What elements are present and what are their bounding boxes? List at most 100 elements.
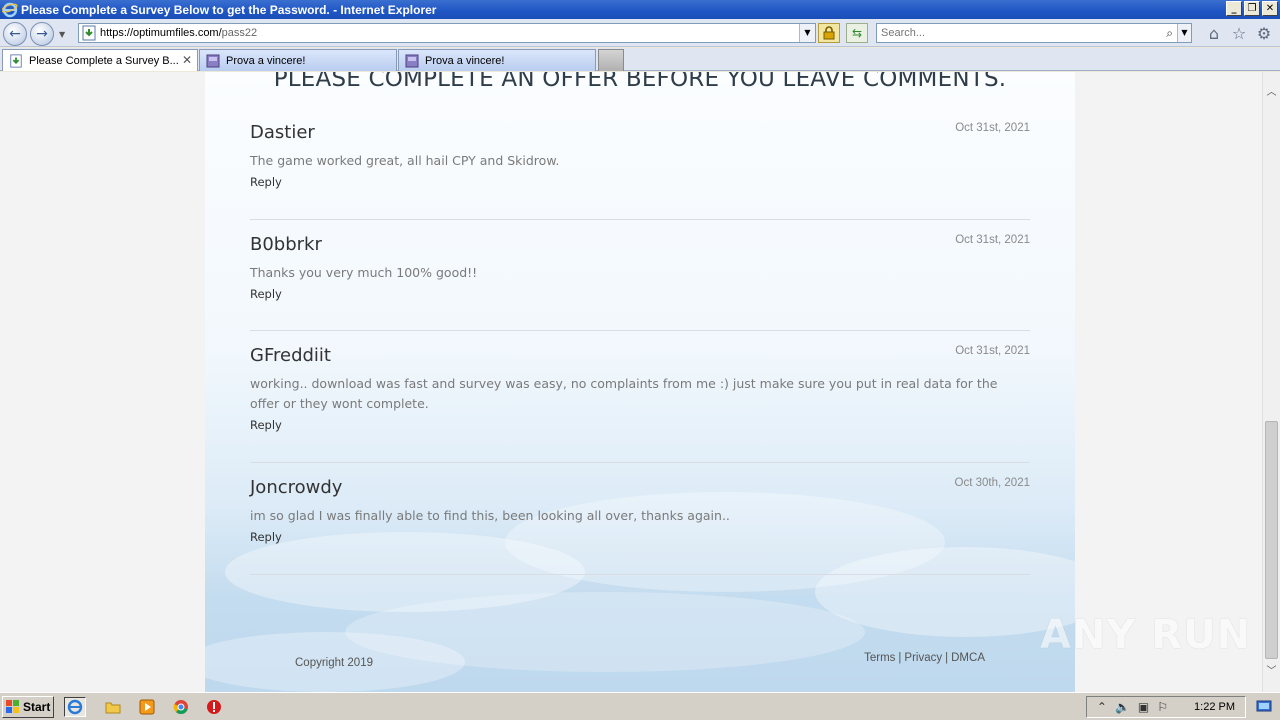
search-input[interactable] xyxy=(877,24,1147,42)
search-icon[interactable]: ⌕ xyxy=(1166,26,1173,41)
tab-label: Prova a vincere! xyxy=(226,54,306,67)
forward-arrow-icon: → xyxy=(36,26,48,42)
privacy-link[interactable]: Privacy xyxy=(904,652,942,664)
scrollbar-thumb[interactable] xyxy=(1265,421,1278,659)
refresh-icon: ⇆ xyxy=(851,26,863,40)
tab-prova-2[interactable]: Prova a vincere! xyxy=(398,49,596,71)
comment-author: Joncrowdy xyxy=(250,477,343,498)
page-container: PLEASE COMPLETE AN OFFER BEFORE YOU LEAV… xyxy=(205,72,1075,692)
security-lock-button[interactable] xyxy=(818,23,840,43)
compatibility-refresh-button[interactable]: ⇆ xyxy=(846,23,868,43)
chrome-icon xyxy=(173,700,188,715)
tab-label: Prova a vincere! xyxy=(425,54,505,67)
folder-icon xyxy=(105,702,121,714)
forward-button[interactable]: → xyxy=(30,22,54,46)
volume-icon[interactable]: 🔈 xyxy=(1115,700,1130,714)
comment-date: Oct 31st, 2021 xyxy=(955,122,1030,134)
address-toolbar: ← → ▼ https://optimumfiles.com/pass22 ▼ … xyxy=(0,19,1280,47)
reply-link[interactable]: Reply xyxy=(250,287,282,301)
comment-item: Dastier Oct 31st, 2021 The game worked g… xyxy=(250,122,1030,189)
copyright-text: Copyright 2019 xyxy=(295,657,373,669)
reply-link[interactable]: Reply xyxy=(250,530,282,544)
anyrun-watermark: ANY RUN xyxy=(1040,612,1251,658)
tab-survey[interactable]: Please Complete a Survey B... ✕ xyxy=(2,49,198,71)
favorites-star-icon[interactable]: ☆ xyxy=(1230,25,1248,43)
browser-viewport: PLEASE COMPLETE AN OFFER BEFORE YOU LEAV… xyxy=(0,72,1262,692)
comment-date: Oct 31st, 2021 xyxy=(955,345,1030,357)
windows-logo-icon xyxy=(6,700,19,713)
close-tab-icon[interactable]: ✕ xyxy=(182,53,192,67)
home-icon[interactable]: ⌂ xyxy=(1205,25,1223,43)
taskbar: Start ⌃ 🔈 ▣ ⚐ 1:22 PM xyxy=(0,692,1280,720)
tab-label: Please Complete a Survey B... xyxy=(29,54,179,67)
reply-link[interactable]: Reply xyxy=(250,175,282,189)
footer-separator: | xyxy=(945,652,949,664)
comment-item: B0bbrkr Oct 31st, 2021 Thanks you very m… xyxy=(250,234,1030,301)
minimize-button[interactable]: _ xyxy=(1226,1,1242,16)
dmca-link[interactable]: DMCA xyxy=(951,652,985,664)
taskbar-chrome-button[interactable] xyxy=(170,697,192,717)
page-heading: PLEASE COMPLETE AN OFFER BEFORE YOU LEAV… xyxy=(273,72,1007,92)
search-dropdown-button[interactable]: ▼ xyxy=(1177,24,1191,42)
taskbar-ie-button[interactable] xyxy=(64,697,86,717)
download-page-icon xyxy=(82,25,96,41)
address-dropdown-button[interactable]: ▼ xyxy=(799,24,815,42)
download-page-icon xyxy=(10,53,22,68)
comment-author: Dastier xyxy=(250,122,315,143)
back-button[interactable]: ← xyxy=(3,22,27,46)
comment-date: Oct 30th, 2021 xyxy=(954,477,1030,489)
reply-link[interactable]: Reply xyxy=(250,418,282,432)
tab-prova-1[interactable]: Prova a vincere! xyxy=(199,49,397,71)
window-controls: _ ❐ ✕ xyxy=(1226,1,1278,16)
window-title-bar: Please Complete a Survey Below to get th… xyxy=(0,0,1280,19)
comment-text: Thanks you very much 100% good!! xyxy=(250,265,478,280)
comment-date: Oct 31st, 2021 xyxy=(955,234,1030,246)
comment-author: B0bbrkr xyxy=(250,234,322,255)
action-center-flag-icon[interactable]: ⚐ xyxy=(1157,700,1168,714)
footer-separator: | xyxy=(898,652,902,664)
address-bar[interactable]: https://optimumfiles.com/pass22 ▼ xyxy=(78,23,816,43)
comment-divider xyxy=(250,462,1030,463)
close-button[interactable]: ✕ xyxy=(1262,1,1278,16)
page-icon xyxy=(206,54,220,67)
ie-icon xyxy=(67,699,83,715)
vertical-scrollbar[interactable]: ︿ ﹀ xyxy=(1262,72,1280,692)
window-title: Please Complete a Survey Below to get th… xyxy=(21,2,437,17)
comment-divider xyxy=(250,330,1030,331)
media-player-icon xyxy=(139,699,155,715)
footer-links: Terms | Privacy | DMCA xyxy=(864,652,985,664)
taskbar-media-button[interactable] xyxy=(136,697,158,717)
taskbar-explorer-button[interactable] xyxy=(102,697,124,717)
comment-item: Joncrowdy Oct 30th, 2021 im so glad I wa… xyxy=(250,477,1030,544)
comment-text: im so glad I was finally able to find th… xyxy=(250,508,730,523)
url-path: pass22 xyxy=(221,27,258,39)
restore-button[interactable]: ❐ xyxy=(1244,1,1260,16)
comment-text: working.. download was fast and survey w… xyxy=(250,376,998,411)
network-icon[interactable]: ▣ xyxy=(1138,700,1149,714)
search-box[interactable]: ⌕ ▼ xyxy=(876,23,1192,43)
show-desktop-icon[interactable] xyxy=(1256,698,1272,714)
tray-expand-icon[interactable]: ⌃ xyxy=(1097,700,1107,714)
terms-link[interactable]: Terms xyxy=(864,652,895,664)
system-tray: ⌃ 🔈 ▣ ⚐ 1:22 PM xyxy=(1085,696,1246,718)
new-tab-button[interactable] xyxy=(598,49,624,71)
stop-icon xyxy=(207,700,221,714)
start-button[interactable]: Start xyxy=(2,696,54,718)
start-label: Start xyxy=(23,700,51,714)
history-dropdown-icon[interactable]: ▼ xyxy=(59,30,65,39)
scroll-up-icon[interactable]: ︿ xyxy=(1263,84,1280,101)
url-host: https://optimumfiles.com/ xyxy=(100,27,222,39)
page-icon xyxy=(405,54,419,67)
back-arrow-icon: ← xyxy=(9,26,21,42)
comment-divider xyxy=(250,574,1030,575)
taskbar-clock[interactable]: 1:22 PM xyxy=(1194,701,1235,713)
comment-item: GFreddiit Oct 31st, 2021 working.. downl… xyxy=(250,345,1030,432)
internet-explorer-icon xyxy=(2,2,18,17)
gear-icon[interactable]: ⚙ xyxy=(1255,25,1273,43)
url-text[interactable]: https://optimumfiles.com/pass22 xyxy=(100,27,257,39)
watermark-text: ANY RUN xyxy=(1040,612,1252,658)
scroll-down-icon[interactable]: ﹀ xyxy=(1263,663,1280,680)
comment-text: The game worked great, all hail CPY and … xyxy=(250,153,560,168)
taskbar-stop-button[interactable] xyxy=(203,697,225,717)
tab-bar: Please Complete a Survey B... ✕ Prova a … xyxy=(0,48,1280,71)
